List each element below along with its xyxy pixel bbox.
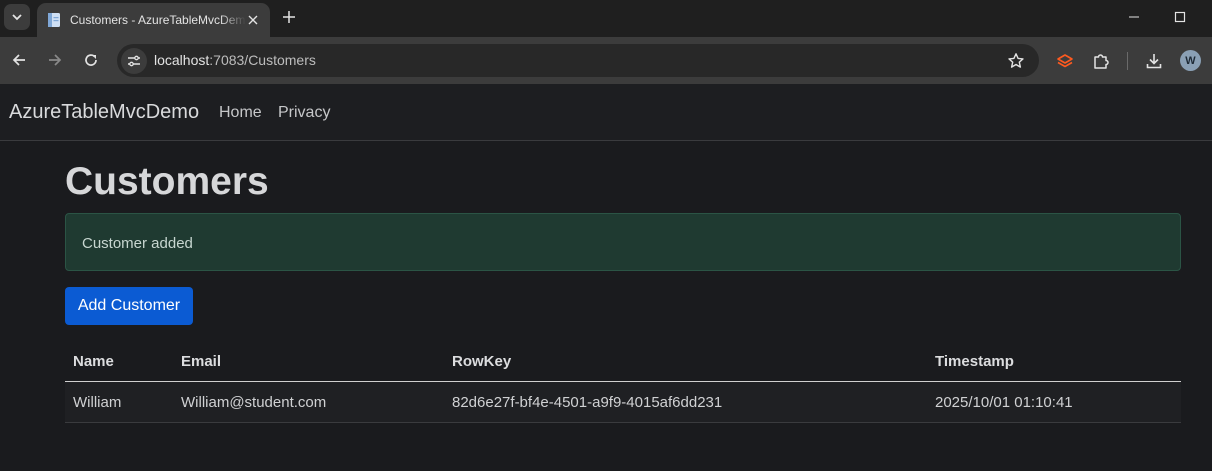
alert-message: Customer added (82, 235, 193, 252)
success-alert: Customer added (65, 213, 1181, 271)
column-header-email: Email (181, 353, 222, 370)
browser-toolbar: localhost:7083/Customers W (0, 37, 1212, 84)
tab-search-button[interactable] (4, 4, 30, 30)
back-button[interactable] (6, 47, 32, 73)
site-brand[interactable]: AzureTableMvcDemo (9, 101, 199, 124)
arrow-left-icon (12, 54, 25, 66)
document-icon (48, 13, 60, 27)
extensions-menu-button[interactable] (1090, 50, 1112, 72)
tune-icon (128, 55, 140, 67)
column-header-timestamp: Timestamp (935, 353, 1014, 370)
nav-link-home[interactable]: Home (219, 104, 262, 122)
downloads-button[interactable] (1143, 50, 1165, 72)
table-header: Name Email RowKey Timestamp (65, 341, 1181, 382)
site-navbar: AzureTableMvcDemo Home Privacy (0, 84, 1212, 141)
close-icon (248, 15, 258, 25)
cell-timestamp: 2025/10/01 01:10:41 (935, 394, 1073, 411)
profile-avatar[interactable]: W (1180, 50, 1201, 71)
tab-strip: Customers - AzureTableMvcDemo (0, 0, 1212, 37)
browser-tab[interactable]: Customers - AzureTableMvcDemo (37, 3, 270, 37)
url-host: localhost (154, 52, 210, 68)
arrow-right-icon (49, 54, 62, 66)
add-customer-button[interactable]: Add Customer (65, 287, 193, 325)
new-tab-button[interactable] (278, 6, 300, 28)
layers-extension-icon (1057, 54, 1073, 68)
extension-button[interactable] (1054, 50, 1076, 72)
table-row: William William@student.com 82d6e27f-bf4… (65, 382, 1181, 423)
toolbar-divider (1127, 52, 1128, 70)
page-title: Customers (65, 160, 269, 203)
forward-button[interactable] (42, 47, 68, 73)
reload-button[interactable] (78, 47, 104, 73)
cell-email: William@student.com (181, 394, 327, 411)
cell-name: William (73, 394, 122, 411)
bookmark-star-icon[interactable] (1007, 52, 1025, 70)
minimize-icon (1129, 16, 1139, 18)
tab-close-button[interactable] (245, 12, 261, 28)
maximize-icon (1174, 11, 1186, 23)
site-info-button[interactable] (121, 48, 147, 74)
url-text: localhost:7083/Customers (154, 52, 316, 68)
download-icon (1146, 54, 1162, 69)
cell-rowkey: 82d6e27f-bf4e-4501-a9f9-4015af6dd231 (452, 394, 723, 411)
nav-link-privacy[interactable]: Privacy (278, 104, 330, 122)
chevron-down-icon (12, 14, 22, 21)
column-header-name: Name (73, 353, 114, 370)
customers-table: Name Email RowKey Timestamp William Will… (65, 341, 1181, 423)
puzzle-icon (1094, 54, 1109, 69)
plus-icon (283, 11, 295, 23)
minimize-button[interactable] (1111, 0, 1157, 34)
address-bar[interactable]: localhost:7083/Customers (117, 44, 1039, 77)
tab-title: Customers - AzureTableMvcDemo (70, 13, 246, 27)
column-header-rowkey: RowKey (452, 353, 512, 370)
url-path: :7083/Customers (209, 52, 316, 68)
maximize-button[interactable] (1157, 0, 1203, 34)
reload-icon (85, 54, 97, 66)
